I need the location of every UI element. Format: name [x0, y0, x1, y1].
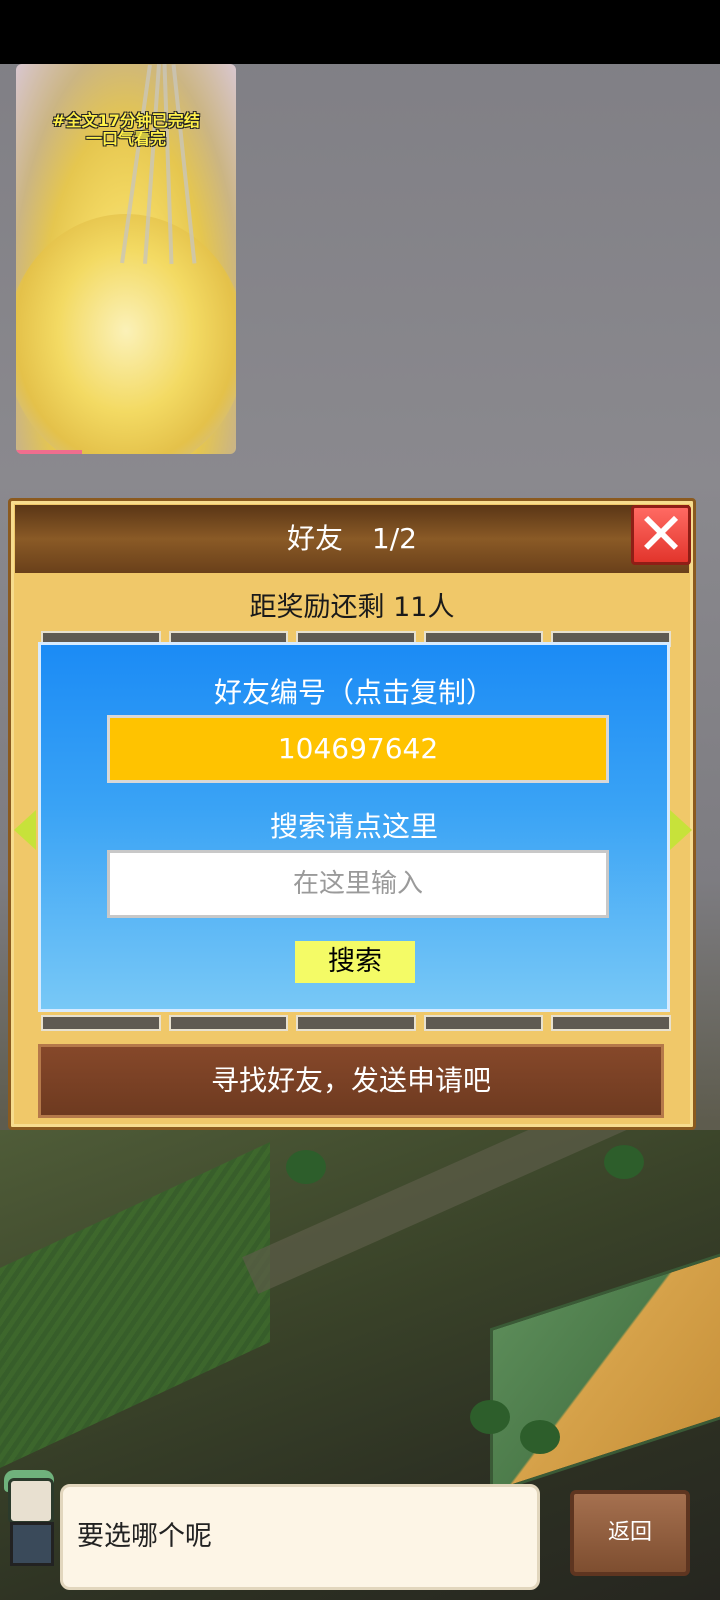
friend-slot[interactable] — [423, 1015, 544, 1031]
panel-page-indicator: 1/2 — [371, 522, 417, 555]
panel-title: 好友 — [287, 522, 344, 555]
search-button[interactable]: 搜索 — [295, 941, 415, 983]
friend-slot[interactable] — [41, 1015, 161, 1031]
video-progress-bar — [16, 450, 82, 454]
search-label: 搜索请点这里 — [269, 810, 438, 843]
floating-video-thumbnail[interactable]: #全文17分钟已完结 一口气看完 — [16, 64, 236, 454]
character-body — [10, 1522, 54, 1566]
friend-search-dialog: 好友编号（点击复制） 104697642 搜索请点这里 搜索 — [38, 642, 670, 1012]
character-avatar — [2, 1470, 58, 1600]
friend-id-label: 好友编号（点击复制） — [213, 676, 494, 709]
arrow-right-icon[interactable] — [670, 810, 692, 850]
speech-bubble: 要选哪个呢 — [60, 1484, 540, 1590]
friend-id-copy-box[interactable]: 104697642 — [107, 715, 609, 783]
tree-icon — [520, 1420, 560, 1454]
character-head — [8, 1478, 54, 1524]
find-friends-banner[interactable]: 寻找好友，发送申请吧 — [38, 1044, 664, 1118]
video-caption: #全文17分钟已完结 一口气看完 — [16, 112, 236, 148]
close-button[interactable]: ✕ — [631, 505, 691, 565]
tree-icon — [604, 1145, 644, 1179]
arrow-left-icon[interactable] — [14, 810, 36, 850]
friend-slot[interactable] — [296, 1015, 416, 1031]
friend-slot[interactable] — [551, 1015, 671, 1031]
close-icon: ✕ — [636, 500, 686, 568]
panel-header: 好友 1/2 — [15, 505, 689, 573]
friend-slot[interactable] — [168, 1015, 289, 1031]
tree-icon — [470, 1400, 510, 1434]
back-button[interactable]: 返回 — [570, 1490, 690, 1576]
video-caption-line2: 一口气看完 — [85, 129, 166, 148]
friend-slots-bottom — [41, 1015, 671, 1031]
video-frame-bowl — [16, 214, 236, 454]
reward-remaining-text: 距奖励还剩 11人 — [249, 592, 455, 623]
search-input[interactable] — [107, 850, 609, 918]
status-bar — [0, 0, 720, 64]
tree-icon — [286, 1150, 326, 1184]
video-caption-line1: #全文17分钟已完结 — [52, 111, 200, 130]
